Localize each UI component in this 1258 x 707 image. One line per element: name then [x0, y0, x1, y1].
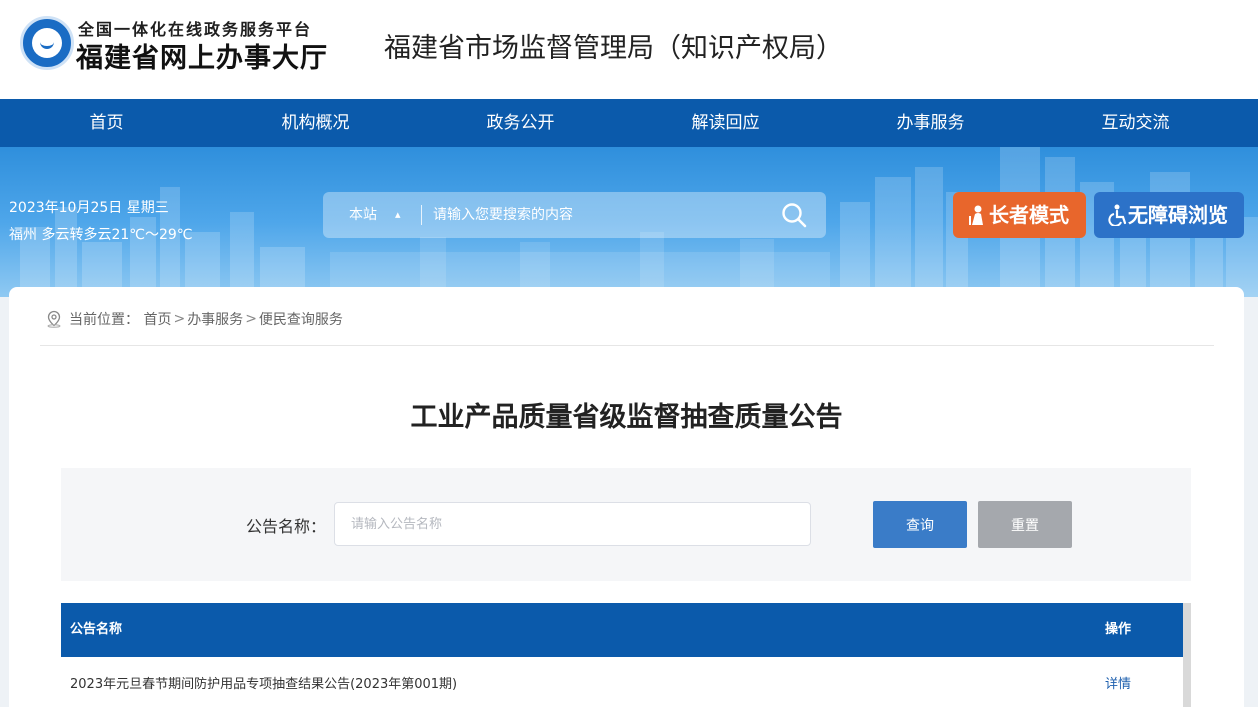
announcement-name-cell: 2023年元旦春节期间防护用品专项抽查结果公告(2023年第001期)	[70, 677, 458, 692]
table-scrollbar[interactable]	[1183, 603, 1191, 707]
nav-item-services[interactable]: 办事服务	[828, 99, 1033, 147]
nav-item-home[interactable]: 首页	[0, 99, 213, 147]
sort-arrows-icon[interactable]: ▴	[395, 192, 401, 238]
search-input[interactable]	[433, 200, 773, 230]
accessible-browse-button[interactable]: 无障碍浏览	[1094, 192, 1244, 238]
nav-item-gov-affairs[interactable]: 政务公开	[418, 99, 623, 147]
column-header-name: 公告名称	[70, 622, 123, 637]
nav-item-interaction[interactable]: 互动交流	[1033, 99, 1238, 147]
hall-name[interactable]: 福建省网上办事大厅	[76, 36, 328, 75]
breadcrumb-services[interactable]: 办事服务	[187, 309, 243, 329]
breadcrumb-divider	[40, 345, 1214, 346]
platform-logo-icon[interactable]	[20, 16, 74, 70]
breadcrumb-prefix: 当前位置：	[69, 312, 139, 328]
table-header: 公告名称 操作	[61, 603, 1183, 657]
search-divider	[421, 205, 422, 225]
reset-button[interactable]: 重置	[978, 501, 1072, 548]
breadcrumb-separator: >	[173, 311, 186, 327]
announcement-name-label: 公告名称：	[246, 517, 327, 536]
elder-mode-button[interactable]: 长者模式	[953, 192, 1086, 238]
banner: 2023年10月25日 星期三 福州 多云转多云21℃～29℃ 本站 ▴ 长者模…	[0, 147, 1258, 297]
search-filter-panel: 公告名称： 查询 重置	[61, 468, 1191, 581]
site-title: 福建省市场监督管理局（知识产权局）	[384, 33, 843, 64]
table-row: 2023年元旦春节期间防护用品专项抽查结果公告(2023年第001期) 详情	[61, 657, 1183, 707]
announcement-name-input[interactable]	[334, 502, 811, 546]
location-pin-icon	[47, 310, 61, 328]
accessible-browse-label: 无障碍浏览	[1128, 203, 1228, 227]
site-search: 本站 ▴	[323, 192, 826, 238]
breadcrumb-current[interactable]: 便民查询服务	[259, 309, 343, 329]
column-header-action: 操作	[1105, 622, 1132, 637]
nav-item-interpretation[interactable]: 解读回应	[623, 99, 828, 147]
wheelchair-icon	[1108, 204, 1127, 226]
site-header: 全国一体化在线政务服务平台 福建省网上办事大厅 福建省市场监督管理局（知识产权局…	[0, 0, 1258, 99]
weather-info: 福州 多云转多云21℃～29℃	[9, 227, 193, 243]
query-button[interactable]: 查询	[873, 501, 967, 548]
elder-person-icon	[969, 205, 983, 225]
breadcrumb-home[interactable]: 首页	[143, 309, 171, 329]
page-title: 工业产品质量省级监督抽查质量公告	[410, 402, 843, 433]
content-card: 当前位置： 首页 > 办事服务 > 便民查询服务 工业产品质量省级监督抽查质量公…	[9, 287, 1244, 707]
details-link[interactable]: 详情	[1105, 657, 1131, 707]
nav-item-organization[interactable]: 机构概况	[213, 99, 418, 147]
main-nav: 首页 机构概况 政务公开 解读回应 办事服务 互动交流	[0, 99, 1258, 147]
current-date: 2023年10月25日 星期三	[9, 200, 169, 216]
breadcrumb-separator: >	[245, 311, 257, 327]
breadcrumb: 当前位置： 首页 > 办事服务 > 便民查询服务	[45, 309, 343, 329]
elder-mode-label: 长者模式	[989, 203, 1069, 227]
search-scope-select[interactable]: 本站	[349, 192, 377, 238]
search-icon[interactable]	[781, 202, 807, 228]
